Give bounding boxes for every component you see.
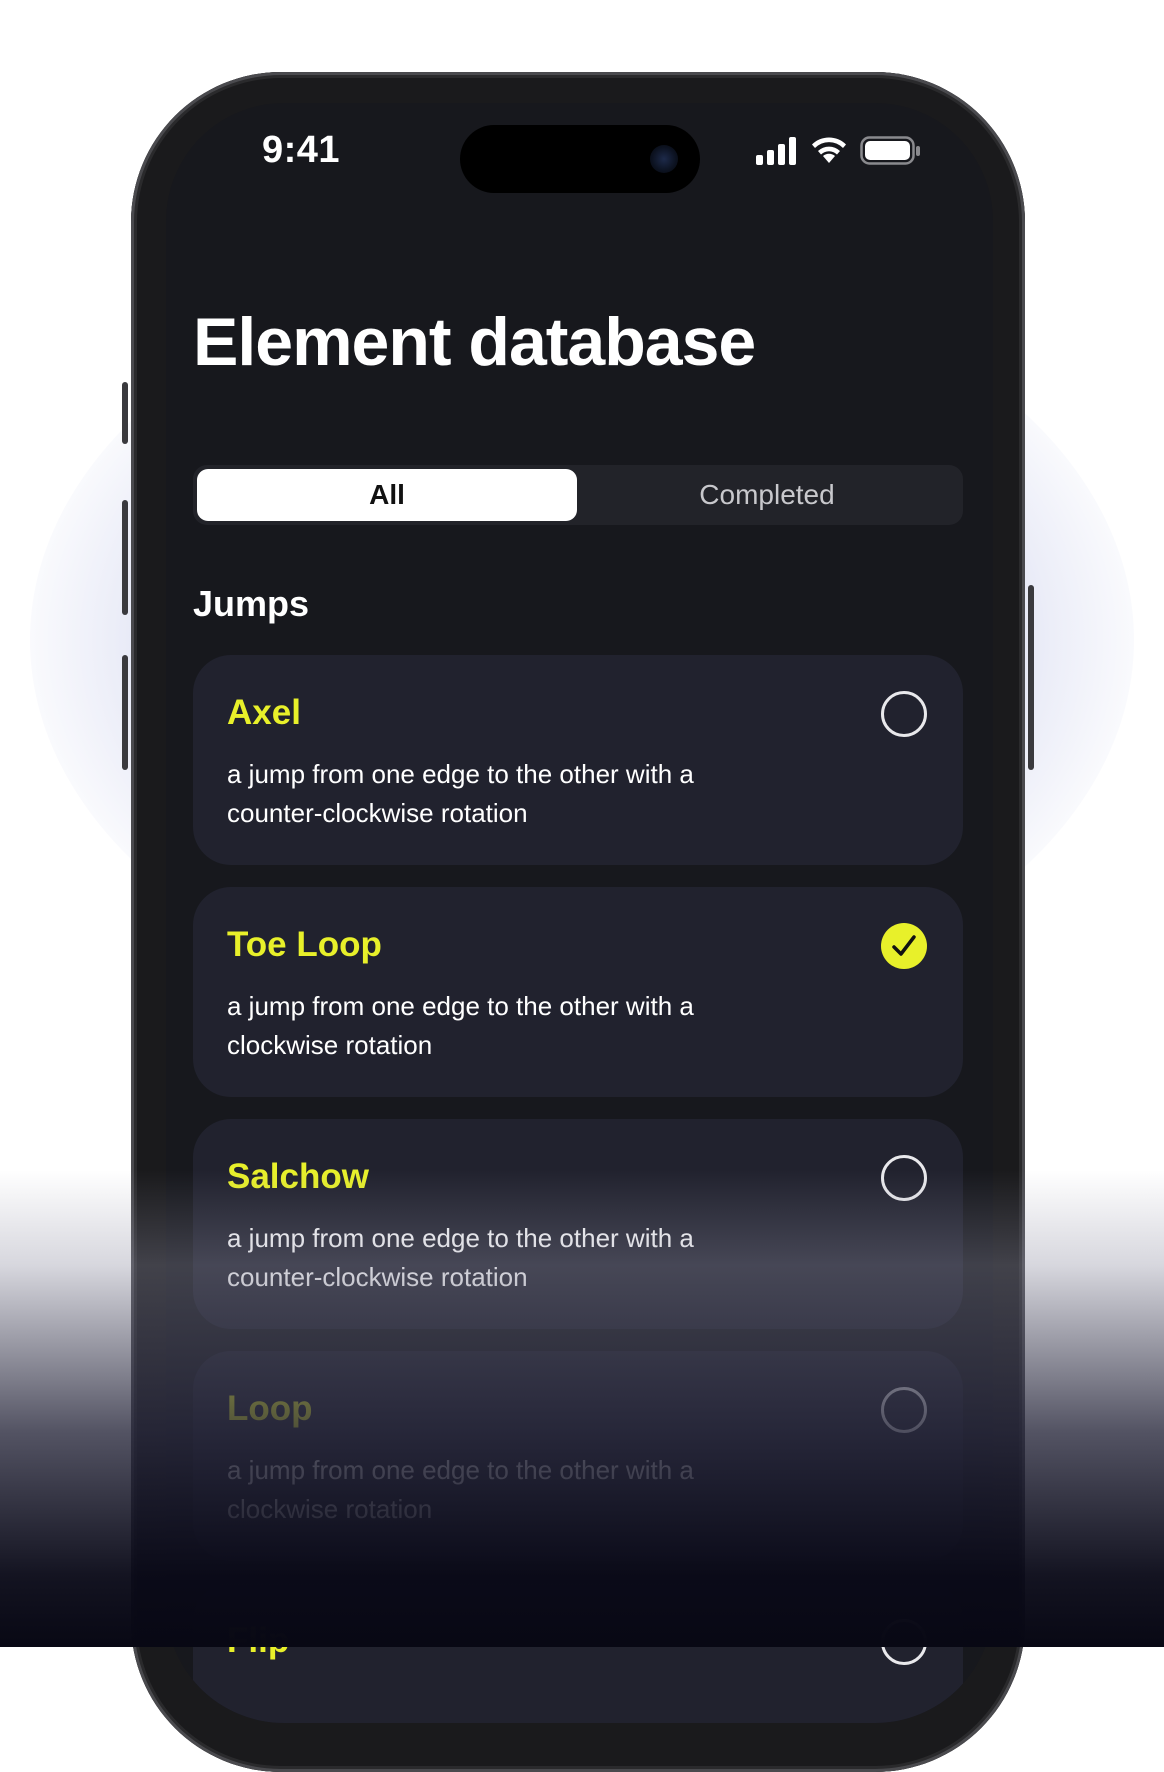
action-button [122,382,128,444]
element-name: Flip [227,1621,290,1660]
element-name: Toe Loop [227,925,382,964]
wifi-icon [812,137,846,163]
element-card-flip[interactable]: Flip [193,1583,963,1723]
element-card-toe-loop[interactable]: Toe Loop a jump from one edge to the oth… [193,887,963,1097]
dynamic-island [460,125,700,193]
status-time: 9:41 [262,129,341,171]
cellular-signal-icon [756,137,796,165]
section-title-jumps: Jumps [193,583,310,624]
checkmark-icon [892,935,916,956]
element-description: a jump from one edge to the other with a… [227,1455,694,1524]
element-name: Loop [227,1389,313,1428]
element-card-loop[interactable]: Loop a jump from one edge to the other w… [193,1351,963,1561]
element-description: a jump from one edge to the other with a… [227,991,694,1060]
battery-icon [860,136,920,165]
volume-up-button [122,500,128,615]
element-name: Axel [227,693,301,732]
filter-segmented-control: All Completed [193,465,963,525]
element-description: a jump from one edge to the other with a… [227,759,694,828]
completion-toggle[interactable] [881,1619,927,1665]
element-card-salchow[interactable]: Salchow a jump from one edge to the othe… [193,1119,963,1329]
front-camera-icon [650,145,678,173]
element-name: Salchow [227,1157,369,1196]
tab-all[interactable]: All [197,469,577,521]
completion-toggle[interactable] [881,691,927,737]
completion-toggle[interactable] [881,923,927,969]
completion-toggle[interactable] [881,1387,927,1433]
element-card-axel[interactable]: Axel a jump from one edge to the other w… [193,655,963,865]
element-description: a jump from one edge to the other with a… [227,1223,694,1292]
tab-completed[interactable]: Completed [577,469,957,521]
page-title: Element database [193,304,756,380]
app-screen: 9:41 Element database All Completed Jump… [166,103,993,1723]
volume-down-button [122,655,128,770]
power-button [1028,585,1034,770]
completion-toggle[interactable] [881,1155,927,1201]
